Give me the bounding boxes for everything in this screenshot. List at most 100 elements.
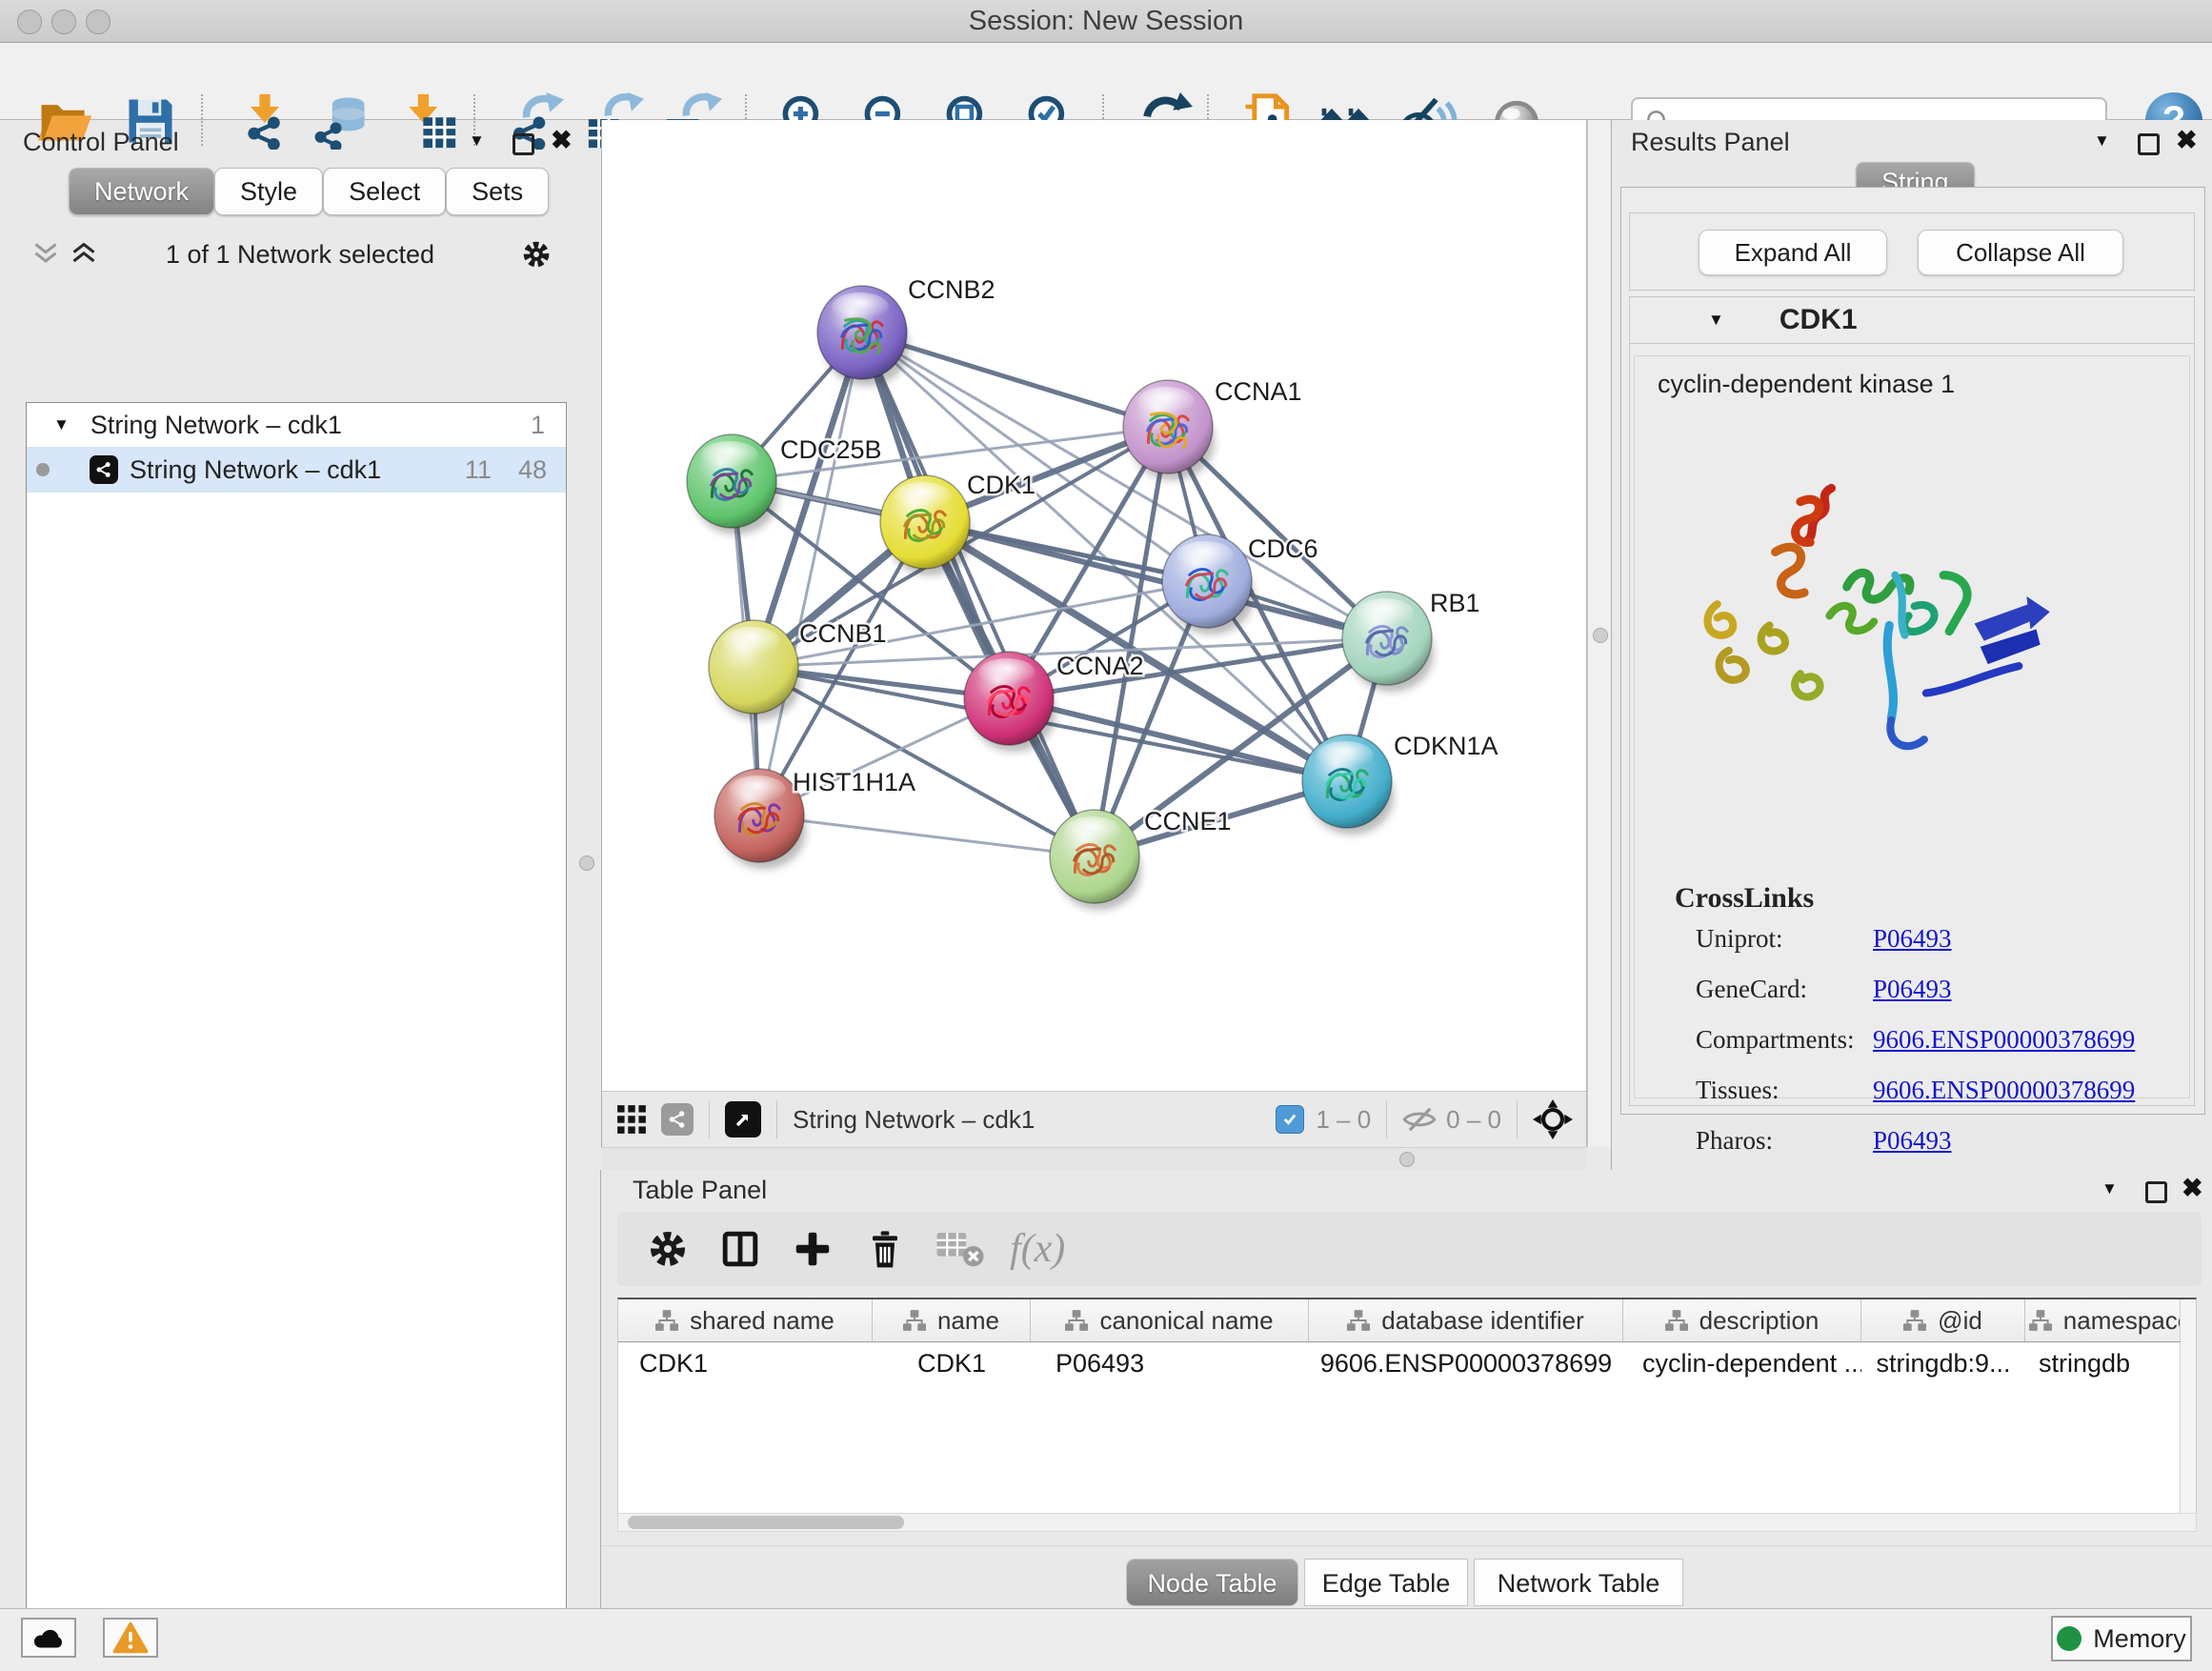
- table-panel: Table Panel ▼ ✖ f(x) shared name name: [600, 1170, 2212, 1608]
- splitter-handle[interactable]: [1399, 1152, 1415, 1167]
- function-builder-button[interactable]: f(x): [1010, 1226, 1065, 1272]
- column-type-icon: [1665, 1310, 1688, 1331]
- network-graph[interactable]: CCNB2CCNA1CDC25BCDK1CDC6RB1CCNB1CCNA2CDK…: [602, 120, 1586, 1091]
- results-panel-title: Results Panel: [1631, 128, 1790, 157]
- crosslink-label: Tissues:: [1696, 1076, 1780, 1104]
- birds-eye-icon[interactable]: [1533, 1099, 1573, 1139]
- selected-counts: 1 – 0: [1316, 1105, 1371, 1135]
- splitter-handle[interactable]: [1593, 628, 1608, 643]
- node-label-ccna2: CCNA2: [1056, 652, 1144, 680]
- crosslink-link[interactable]: 9606.ENSP00000378699: [1873, 1025, 2135, 1055]
- results-panel-float-icon[interactable]: [2138, 133, 2160, 155]
- crosslink-label: GeneCard:: [1696, 975, 1807, 1003]
- node-label-ccnb1: CCNB1: [799, 619, 887, 648]
- column-visibility-icon[interactable]: [718, 1227, 762, 1271]
- gene-expander-icon[interactable]: ▼: [1708, 311, 1724, 330]
- node-label-ccna1: CCNA1: [1215, 377, 1302, 406]
- warnings-button[interactable]: [103, 1618, 158, 1658]
- tab-node-table[interactable]: Node Table: [1126, 1559, 1298, 1606]
- open-folder-icon: [42, 105, 85, 117]
- tab-network[interactable]: Network: [69, 168, 214, 215]
- network-collection-row[interactable]: ▼ String Network – cdk1 1: [27, 403, 566, 447]
- table-panel-menu-icon[interactable]: ▼: [2101, 1179, 2118, 1198]
- network-node-cdkn1a[interactable]: CDKN1A: [1302, 732, 1498, 835]
- crosslink-link[interactable]: P06493: [1873, 975, 1952, 1004]
- control-panel-float-icon[interactable]: [513, 133, 534, 155]
- network-status-dot: [36, 463, 50, 476]
- crosslink-link[interactable]: 9606.ENSP00000378699: [1873, 1076, 2135, 1105]
- add-column-icon[interactable]: [791, 1227, 835, 1271]
- network-label: String Network – cdk1: [130, 455, 381, 485]
- column-type-icon: [1347, 1310, 1370, 1331]
- tab-sets[interactable]: Sets: [446, 168, 549, 215]
- gear-icon[interactable]: [646, 1227, 690, 1271]
- delete-column-icon[interactable]: [863, 1227, 907, 1271]
- network-edge[interactable]: [759, 332, 862, 815]
- collapse-all-button[interactable]: Collapse All: [1918, 230, 2123, 275]
- gene-description: cyclin-dependent kinase 1: [1658, 370, 1955, 399]
- network-view[interactable]: CCNB2CCNA1CDC25BCDK1CDC6RB1CCNB1CCNA2CDK…: [601, 120, 1587, 1147]
- network-node-hist1h1a[interactable]: HIST1H1A: [714, 768, 915, 869]
- horizontal-splitter[interactable]: [601, 1147, 1587, 1171]
- network-node-rb1[interactable]: RB1: [1342, 589, 1480, 692]
- gear-icon[interactable]: [520, 238, 553, 271]
- table-panel-title: Table Panel: [633, 1176, 767, 1205]
- hidden-counts: 0 – 0: [1446, 1105, 1501, 1135]
- scrollbar-thumb[interactable]: [628, 1516, 904, 1529]
- table-vertical-scrollbar[interactable]: [2180, 1299, 2196, 1517]
- column-header-shared-name[interactable]: shared name: [618, 1299, 873, 1341]
- memory-button[interactable]: Memory: [2051, 1616, 2192, 1661]
- window-title: Session: New Session: [0, 0, 2212, 42]
- crosslink-link[interactable]: P06493: [1873, 1126, 1952, 1156]
- control-panel-menu-icon[interactable]: ▼: [469, 131, 485, 151]
- status-bar: Memory: [0, 1608, 2212, 1671]
- tab-network-table[interactable]: Network Table: [1474, 1559, 1683, 1606]
- table-row[interactable]: CDK1 CDK1 P06493 9606.ENSP00000378699 cy…: [618, 1342, 2196, 1384]
- network-node-ccna1[interactable]: CCNA1: [1123, 377, 1302, 480]
- tab-style[interactable]: Style: [214, 168, 323, 215]
- collection-expander-icon[interactable]: ▼: [53, 415, 70, 434]
- network-node-count: 11: [465, 455, 492, 485]
- delete-table-icon[interactable]: [935, 1227, 985, 1271]
- column-header-id[interactable]: @id: [1861, 1299, 2025, 1341]
- gene-details: cyclin-dependent kinase 1: [1634, 355, 2190, 1098]
- column-header-name[interactable]: name: [873, 1299, 1031, 1341]
- hidden-eye-icon[interactable]: [1402, 1106, 1437, 1133]
- left-splitter-handle[interactable]: [579, 856, 594, 871]
- cloud-button[interactable]: [21, 1618, 76, 1658]
- results-panel-close-icon[interactable]: ✖: [2176, 126, 2198, 155]
- results-panel-menu-icon[interactable]: ▼: [2094, 131, 2110, 151]
- network-node-ccnb2[interactable]: CCNB2: [817, 275, 995, 386]
- network-view-share-icon[interactable]: [661, 1103, 694, 1136]
- table-panel-float-icon[interactable]: [2145, 1181, 2167, 1203]
- tab-edge-table[interactable]: Edge Table: [1304, 1559, 1468, 1606]
- network-node-cdk1[interactable]: CDK1: [880, 471, 1036, 575]
- collection-count: 1: [531, 411, 545, 440]
- table-cell: CDK1: [873, 1349, 1031, 1379]
- column-header-canonical-name[interactable]: canonical name: [1031, 1299, 1309, 1341]
- gene-header[interactable]: ▼ CDK1: [1630, 297, 2194, 344]
- warning-icon: [112, 1621, 149, 1654]
- collection-label: String Network – cdk1: [90, 411, 342, 440]
- title-bar: Session: New Session: [0, 0, 2212, 43]
- tab-select[interactable]: Select: [323, 168, 446, 215]
- column-type-icon: [655, 1310, 678, 1331]
- grid-view-icon[interactable]: [615, 1103, 648, 1136]
- expand-all-button[interactable]: Expand All: [1699, 230, 1887, 275]
- control-panel-close-icon[interactable]: ✖: [551, 126, 573, 155]
- network-node-cdc25b[interactable]: CDC25B: [687, 434, 882, 534]
- table-panel-close-icon[interactable]: ✖: [2182, 1174, 2203, 1203]
- column-header-database-identifier[interactable]: database identifier: [1309, 1299, 1623, 1341]
- column-header-namespace[interactable]: namespace: [2025, 1299, 2195, 1341]
- open-view-icon[interactable]: [725, 1101, 761, 1137]
- network-selection-status: 1 of 1 Network selected: [0, 240, 600, 270]
- crosslink-link[interactable]: P06493: [1873, 924, 1952, 954]
- network-edge[interactable]: [759, 815, 1095, 856]
- node-label-rb1: RB1: [1430, 589, 1480, 617]
- network-row-selected[interactable]: String Network – cdk1 11 48: [27, 447, 566, 493]
- column-header-description[interactable]: description: [1623, 1299, 1861, 1341]
- node-label-hist1h1a: HIST1H1A: [793, 768, 915, 796]
- table-horizontal-scrollbar[interactable]: [617, 1513, 2197, 1532]
- selected-checkbox-icon[interactable]: [1276, 1105, 1304, 1134]
- vertical-splitter[interactable]: [1587, 120, 1612, 1147]
